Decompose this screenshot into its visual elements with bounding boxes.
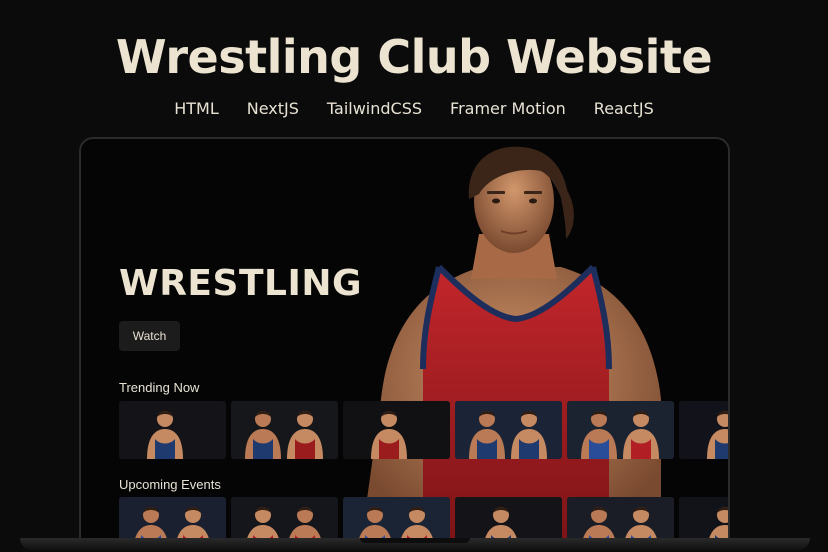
row-label-trending: Trending Now [119,380,200,395]
upcoming-thumbnails [119,497,728,540]
thumbnail-card[interactable] [679,401,728,459]
tech-framer-motion: Framer Motion [450,99,566,118]
thumbnail-card[interactable] [231,497,338,540]
thumbnail-image [455,401,562,459]
tech-html: HTML [174,99,219,118]
thumbnail-image [119,401,226,459]
thumbnail-card[interactable] [343,401,450,459]
thumbnail-image [567,497,674,540]
thumbnail-image [343,497,450,540]
tech-nextjs: NextJS [246,99,299,118]
thumbnail-card[interactable] [679,497,728,540]
thumbnail-card[interactable] [567,401,674,459]
thumbnail-image [231,497,338,540]
thumbnail-image [231,401,338,459]
trending-thumbnails [119,401,728,459]
thumbnail-image [343,401,450,459]
thumbnail-card[interactable] [119,497,226,540]
tech-reactjs: ReactJS [593,99,654,118]
row-label-upcoming: Upcoming Events [119,477,221,492]
laptop-base [20,538,810,550]
page-headline: Wrestling Club Website [115,30,713,84]
thumbnail-image [119,497,226,540]
thumbnail-image [679,401,728,459]
watch-button[interactable]: Watch [119,321,180,351]
thumbnail-card[interactable] [343,497,450,540]
hero-title: WRESTLING [119,263,363,304]
tech-stack-list: HTML NextJS TailwindCSS Framer Motion Re… [0,99,828,118]
thumbnail-image [679,497,728,540]
thumbnail-card[interactable] [455,497,562,540]
thumbnail-card[interactable] [119,401,226,459]
laptop-screen: WRESTLING Watch Trending Now Upcoming Ev… [79,137,730,542]
thumbnail-card[interactable] [455,401,562,459]
thumbnail-card[interactable] [567,497,674,540]
thumbnail-card[interactable] [231,401,338,459]
thumbnail-image [567,401,674,459]
tech-tailwindcss: TailwindCSS [326,99,423,118]
thumbnail-image [455,497,562,540]
hero-wrestler-image [361,146,661,540]
